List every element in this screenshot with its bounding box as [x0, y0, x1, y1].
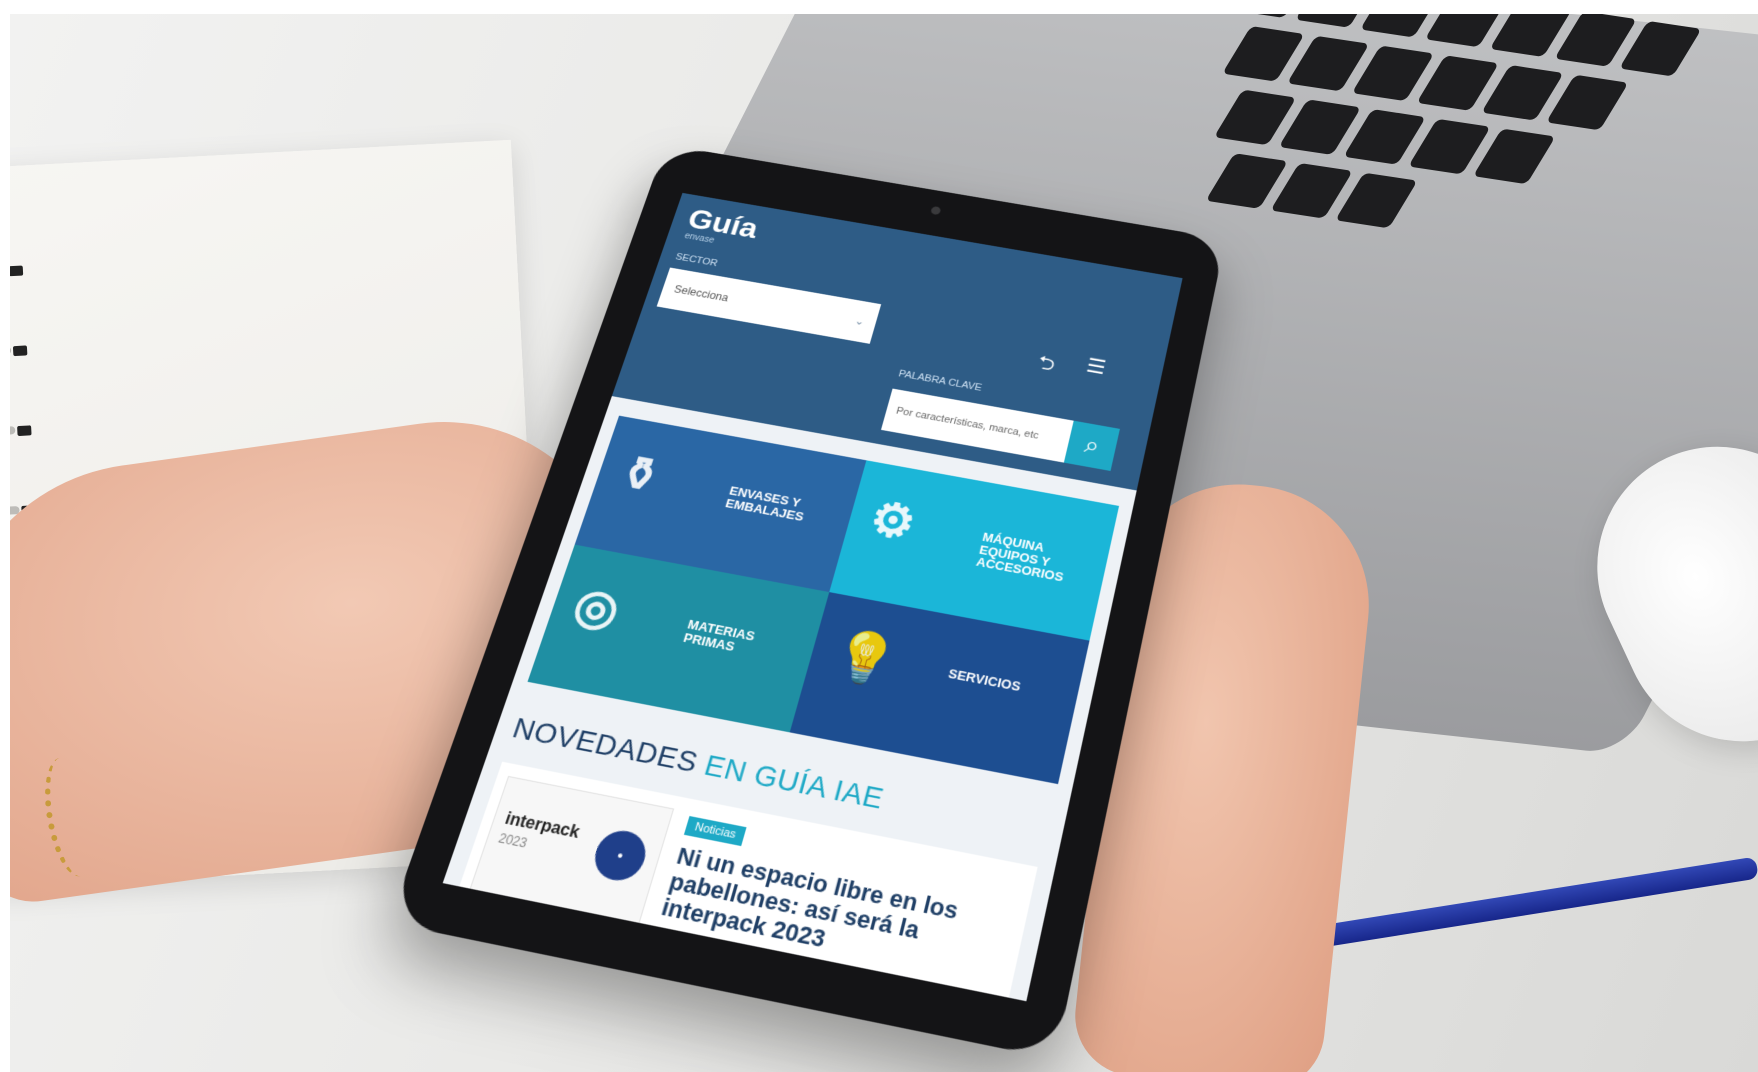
news-title-accent: EN GUÍA IAE [700, 748, 888, 815]
search-button[interactable]: ⌕ [1063, 420, 1120, 471]
tablet-screen: Guía envase SECTOR Selecciona ⌄ ⮌ ☰ PALA… [442, 192, 1183, 1002]
news-card[interactable]: interpack 2023 ● Noticias Ni un espacio … [455, 761, 1038, 1002]
menu-icon[interactable]: ☰ [1084, 354, 1108, 379]
notebook-ring [12, 345, 28, 357]
chevron-down-icon: ⌄ [853, 314, 867, 328]
ring-shadow [10, 426, 16, 437]
photo-background: Guía envase SECTOR Selecciona ⌄ ⮌ ☰ PALA… [10, 14, 1758, 1072]
category-label: SERVICIOS [946, 665, 1023, 695]
thumb-badge: ● [588, 826, 652, 885]
lightbulb-icon: 💡 [826, 625, 904, 692]
sector-select-value: Selecciona [672, 283, 731, 304]
sector-select[interactable]: Selecciona ⌄ [656, 267, 882, 344]
tablet-camera [930, 205, 942, 216]
rolls-icon: ◎ [566, 576, 628, 638]
gears-icon: ⚙ [863, 491, 922, 551]
news-headline[interactable]: Ni un espacio libre en los pabellones: a… [658, 842, 997, 985]
news-thumbnail[interactable]: interpack 2023 ● [464, 775, 675, 939]
bottles-icon: ⚱ [611, 445, 669, 504]
sector-label: SECTOR [674, 251, 719, 269]
notebook-ring [17, 425, 32, 437]
category-label: ENVASES Y EMBALAJES [723, 483, 806, 524]
pen [1281, 856, 1758, 954]
key [1546, 74, 1629, 131]
news-tag[interactable]: Noticias [683, 816, 747, 847]
category-label: MÁQUINA EQUIPOS Y ACCESORIOS [974, 529, 1065, 585]
category-label: MATERIAS PRIMAS [681, 616, 757, 654]
key [1335, 172, 1418, 229]
key [1472, 128, 1556, 185]
ring-shadow [10, 346, 12, 357]
login-icon[interactable]: ⮌ [1034, 348, 1059, 383]
keyword-search-input[interactable]: Por características, marca, etc [880, 388, 1074, 463]
notebook-ring [10, 265, 24, 277]
key [1619, 20, 1702, 77]
keyword-label: PALABRA CLAVE [897, 368, 983, 394]
search-icon: ⌕ [1082, 430, 1103, 460]
thumb-year: 2023 [496, 830, 530, 851]
